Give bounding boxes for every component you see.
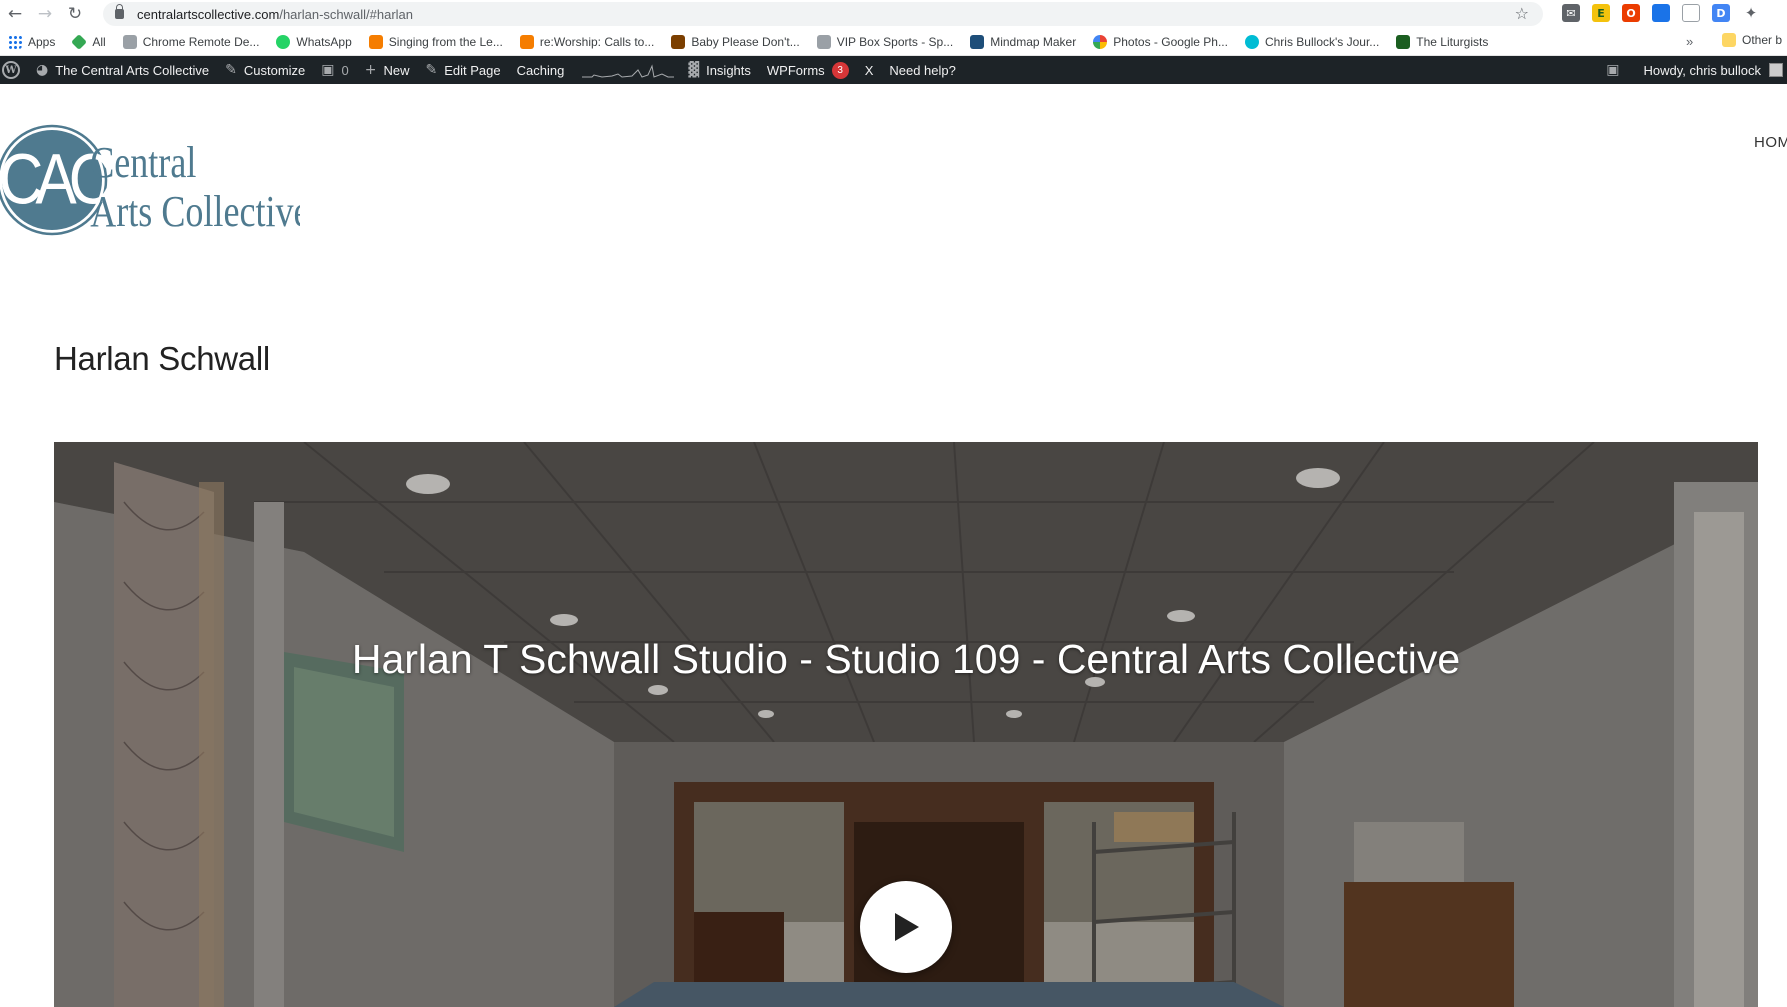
brush-icon: ✎ xyxy=(225,62,237,78)
dashlane-icon[interactable]: D xyxy=(1712,4,1730,22)
bookmark-chrome-remote[interactable]: Chrome Remote De... xyxy=(122,34,259,49)
bookmark-whatsapp[interactable]: WhatsApp xyxy=(276,34,352,49)
nav-home[interactable]: HOM xyxy=(1754,134,1787,151)
stats-sparkline[interactable] xyxy=(582,62,675,78)
wp-insights[interactable]: ▓ Insights xyxy=(680,56,759,84)
comment-icon: ▣ xyxy=(321,62,335,78)
plus-icon: + xyxy=(364,62,377,78)
blogger-icon xyxy=(519,34,534,49)
page-title: Harlan Schwall xyxy=(54,340,270,377)
wp-wpforms[interactable]: WPForms 3 xyxy=(759,56,857,84)
apps-grid-icon xyxy=(8,34,22,49)
forward-icon[interactable]: → xyxy=(30,0,60,28)
dashboard-icon: ◕ xyxy=(36,62,49,78)
bookmark-star-icon[interactable]: ☆ xyxy=(1515,4,1529,23)
bookmark-photos[interactable]: Photos - Google Ph... xyxy=(1093,34,1228,49)
bookmark-vip-box[interactable]: VIP Box Sports - Sp... xyxy=(816,34,953,49)
bookmarks-bar: Apps All Chrome Remote De... WhatsApp Si… xyxy=(0,28,1787,56)
whatsapp-icon xyxy=(276,34,291,49)
bar-chart-icon: ▓ xyxy=(688,62,700,78)
browser-toolbar: ← → ↻ centralartscollective.com/harlan-s… xyxy=(0,0,1787,28)
wordpress-icon: W xyxy=(2,61,20,79)
wp-account-menu[interactable]: ▣ Howdy, chris bullock xyxy=(1606,56,1787,84)
site-logo[interactable]: CAC Central Arts Collective xyxy=(0,122,310,238)
puzzle-extensions-icon[interactable]: ✦ xyxy=(1742,4,1760,22)
journal-icon xyxy=(1244,34,1259,49)
wp-site-name[interactable]: ◕ The Central Arts Collective xyxy=(28,56,217,84)
wp-edit-page[interactable]: ✎ Edit Page xyxy=(418,56,509,84)
bookmark-apps[interactable]: Apps xyxy=(8,34,55,49)
logo-line2: Arts Collective xyxy=(90,187,300,236)
bookmarks-overflow-icon[interactable]: » xyxy=(1686,34,1693,49)
logo-line1: Central xyxy=(90,138,196,187)
cast-icon[interactable] xyxy=(1682,4,1700,22)
evernote-icon[interactable]: E xyxy=(1592,4,1610,22)
bookmark-mindmap[interactable]: Mindmap Maker xyxy=(970,34,1076,49)
video-embed[interactable]: Harlan T Schwall Studio - Studio 109 - C… xyxy=(54,442,1758,1007)
wp-admin-bar: W ◕ The Central Arts Collective ✎ Customiz… xyxy=(0,56,1787,84)
bookmark-reworship[interactable]: re:Worship: Calls to... xyxy=(519,34,654,49)
play-icon xyxy=(895,913,919,941)
album-art-icon xyxy=(671,34,686,49)
wp-customize[interactable]: ✎ Customize xyxy=(217,56,313,84)
back-icon[interactable]: ← xyxy=(0,0,30,28)
wp-x-menu[interactable]: X xyxy=(857,56,882,84)
reload-icon[interactable]: ↻ xyxy=(60,0,90,28)
play-button[interactable] xyxy=(860,881,952,973)
other-bookmarks[interactable]: Other b xyxy=(1722,33,1782,47)
bookmark-baby-please[interactable]: Baby Please Don't... xyxy=(671,34,800,49)
google-photos-icon xyxy=(1093,34,1108,49)
blogger-icon xyxy=(368,34,383,49)
folder-icon xyxy=(1722,33,1736,47)
office-icon[interactable]: O xyxy=(1622,4,1640,22)
avatar xyxy=(1769,63,1783,77)
diamond-icon xyxy=(71,33,88,50)
bookmark-singing[interactable]: Singing from the Le... xyxy=(368,34,503,49)
liturgists-icon xyxy=(1396,34,1411,49)
extensions-area: ✉ E O D ✦ xyxy=(1562,4,1760,22)
wp-need-help[interactable]: Need help? xyxy=(881,56,964,84)
notification-icon[interactable]: ▣ xyxy=(1606,62,1619,78)
wp-caching[interactable]: Caching xyxy=(509,56,573,84)
mindmap-icon xyxy=(970,34,985,49)
wp-new[interactable]: + New xyxy=(357,56,418,84)
wp-logo-menu[interactable]: W xyxy=(0,56,28,84)
address-bar[interactable]: centralartscollective.com/harlan-schwall… xyxy=(103,2,1543,26)
page-icon xyxy=(816,34,831,49)
extension-blue-icon[interactable] xyxy=(1652,4,1670,22)
cac-logo-graphic: CAC Central Arts Collective xyxy=(0,124,310,236)
pencil-icon: ✎ xyxy=(425,62,438,78)
url-text[interactable]: centralartscollective.com/harlan-schwall… xyxy=(137,7,413,22)
wp-comments[interactable]: ▣ 0 xyxy=(313,56,356,84)
bookmark-all[interactable]: All xyxy=(71,33,106,50)
remote-desktop-icon xyxy=(122,34,137,49)
bookmark-chris-journal[interactable]: Chris Bullock's Jour... xyxy=(1244,34,1379,49)
wpforms-badge: 3 xyxy=(831,61,849,79)
lock-icon[interactable] xyxy=(115,4,124,19)
gmail-icon[interactable]: ✉ xyxy=(1562,4,1580,22)
bookmark-liturgists[interactable]: The Liturgists xyxy=(1396,34,1488,49)
video-title[interactable]: Harlan T Schwall Studio - Studio 109 - C… xyxy=(54,636,1758,683)
